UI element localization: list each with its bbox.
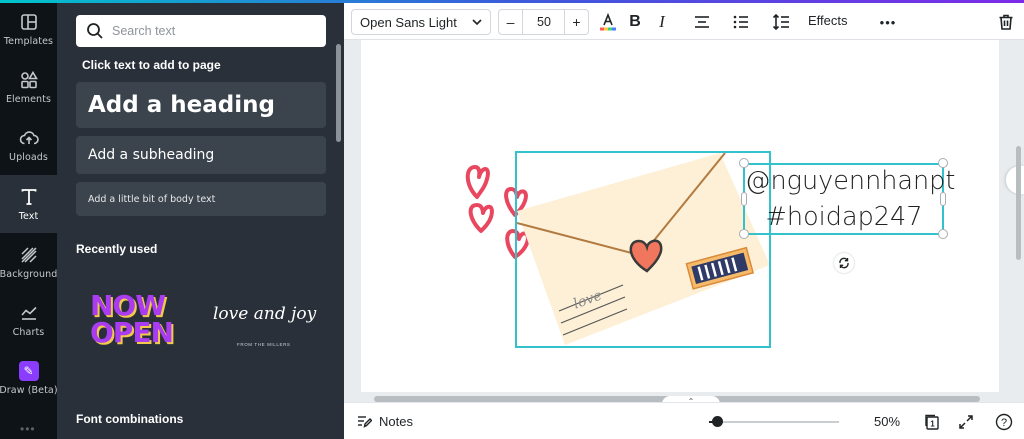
zoom-level[interactable]: 50% bbox=[874, 414, 900, 429]
love-and-joy-title: love and joy bbox=[213, 304, 317, 324]
text-panel: Click text to add to page Add a heading … bbox=[57, 0, 344, 439]
recent-font-love-and-joy[interactable]: love and joy FROM THE MILLERS bbox=[207, 276, 325, 372]
resize-handle-left[interactable] bbox=[741, 192, 747, 206]
background-icon bbox=[20, 246, 37, 263]
search-icon bbox=[87, 23, 103, 39]
canvas-vertical-scrollbar[interactable] bbox=[1016, 146, 1021, 260]
love-and-joy-subtitle: FROM THE MILLERS bbox=[237, 342, 291, 347]
align-center-button[interactable] bbox=[690, 10, 714, 34]
help-label: ? bbox=[1001, 417, 1007, 429]
text-color-icon bbox=[600, 13, 616, 31]
rail-item-templates[interactable]: Templates bbox=[0, 0, 57, 58]
rail-label: Charts bbox=[12, 326, 45, 338]
decrease-size-button[interactable]: – bbox=[499, 10, 523, 34]
icon-rail: Templates Elements Uploads Text Backgrou… bbox=[0, 0, 58, 439]
spacing-button[interactable] bbox=[769, 10, 793, 34]
resize-handle-bottom-left[interactable] bbox=[739, 229, 749, 239]
top-gradient-bar bbox=[0, 0, 1024, 3]
image-selection-outline bbox=[515, 151, 771, 348]
rail-label: Elements bbox=[5, 93, 52, 105]
help-icon: ? bbox=[995, 413, 1013, 431]
align-center-icon bbox=[695, 16, 709, 28]
now-open-sample: NOW OPEN bbox=[90, 289, 174, 349]
text-toolbar: Open Sans Light – + B I Effects ••• bbox=[344, 3, 1024, 40]
rail-label: Draw (Beta) bbox=[0, 384, 58, 396]
notes-label: Notes bbox=[379, 413, 413, 429]
resize-handle-right[interactable] bbox=[940, 192, 946, 206]
font-size-stepper: – + bbox=[498, 9, 589, 35]
search-input[interactable] bbox=[112, 24, 312, 38]
delete-button[interactable] bbox=[994, 10, 1018, 34]
text-color-button[interactable] bbox=[596, 10, 620, 34]
page-grid-button[interactable]: 1 bbox=[922, 412, 942, 432]
rail-label: Templates bbox=[3, 35, 54, 47]
bold-button[interactable]: B bbox=[623, 10, 647, 34]
rail-more-icon[interactable]: ••• bbox=[20, 422, 36, 436]
trash-icon bbox=[999, 14, 1013, 30]
elements-icon bbox=[20, 70, 38, 88]
now-open-line1: NOW bbox=[90, 289, 166, 322]
page-count: 1 bbox=[930, 420, 935, 429]
line-spacing-icon bbox=[772, 13, 789, 31]
rail-label: Background bbox=[0, 268, 58, 280]
list-button[interactable] bbox=[729, 10, 753, 34]
selected-text-box[interactable]: @nguyennhanpt #hoidap247 bbox=[745, 163, 956, 235]
expand-icon bbox=[959, 415, 973, 429]
effects-button[interactable]: Effects bbox=[808, 13, 848, 28]
font-combinations-heading: Font combinations bbox=[76, 412, 184, 426]
add-subheading-button[interactable]: Add a subheading bbox=[76, 136, 326, 174]
text-icon bbox=[21, 188, 36, 205]
text-line-handle: @nguyennhanpt bbox=[745, 166, 956, 196]
rotate-icon bbox=[839, 257, 849, 269]
resize-handle-bottom-right[interactable] bbox=[938, 229, 948, 239]
resize-handle-top-right[interactable] bbox=[938, 158, 948, 168]
rail-item-uploads[interactable]: Uploads bbox=[0, 116, 57, 174]
increase-size-button[interactable]: + bbox=[564, 10, 588, 34]
bottom-bar: Notes 50% 1 ? bbox=[344, 402, 1024, 439]
zoom-slider-thumb[interactable] bbox=[712, 416, 723, 427]
chart-line-icon bbox=[20, 306, 37, 320]
rotate-button[interactable] bbox=[834, 253, 854, 273]
rail-item-draw[interactable]: ✎ Draw (Beta) bbox=[0, 349, 58, 407]
text-line-hashtag: #hoidap247 bbox=[765, 202, 923, 232]
fullscreen-button[interactable] bbox=[956, 412, 976, 432]
chevron-down-icon bbox=[472, 19, 482, 26]
cloud-upload-icon bbox=[19, 130, 39, 144]
templates-icon bbox=[20, 13, 37, 30]
help-button[interactable]: ? bbox=[994, 412, 1014, 432]
zoom-slider-track[interactable] bbox=[709, 421, 839, 423]
bullet-list-icon bbox=[733, 15, 748, 29]
rail-item-text[interactable]: Text bbox=[0, 175, 57, 233]
font-family-select[interactable]: Open Sans Light bbox=[351, 9, 491, 35]
search-box[interactable] bbox=[76, 15, 326, 47]
resize-handle-top-left[interactable] bbox=[739, 158, 749, 168]
recently-used-heading: Recently used bbox=[76, 242, 158, 256]
add-body-text-button[interactable]: Add a little bit of body text bbox=[76, 182, 326, 216]
italic-button[interactable]: I bbox=[650, 10, 674, 34]
recent-font-now-open[interactable]: NOW OPEN bbox=[82, 276, 200, 372]
rail-label: Text bbox=[18, 210, 39, 222]
rail-item-background[interactable]: Background bbox=[0, 233, 57, 291]
rail-label: Uploads bbox=[9, 151, 48, 163]
rail-item-elements[interactable]: Elements bbox=[0, 58, 57, 116]
click-hint: Click text to add to page bbox=[82, 58, 221, 72]
font-size-input[interactable] bbox=[524, 10, 564, 34]
notes-button[interactable]: Notes bbox=[356, 413, 413, 429]
now-open-line2: OPEN bbox=[90, 316, 174, 349]
font-family-value: Open Sans Light bbox=[360, 14, 457, 30]
draw-pen-icon: ✎ bbox=[18, 360, 39, 381]
rail-item-charts[interactable]: Charts bbox=[0, 291, 57, 349]
panel-scrollbar[interactable] bbox=[336, 44, 341, 142]
pages-icon: 1 bbox=[925, 414, 939, 430]
notes-icon bbox=[358, 416, 372, 428]
add-heading-button[interactable]: Add a heading bbox=[76, 82, 326, 128]
more-options-icon[interactable]: ••• bbox=[876, 10, 900, 34]
